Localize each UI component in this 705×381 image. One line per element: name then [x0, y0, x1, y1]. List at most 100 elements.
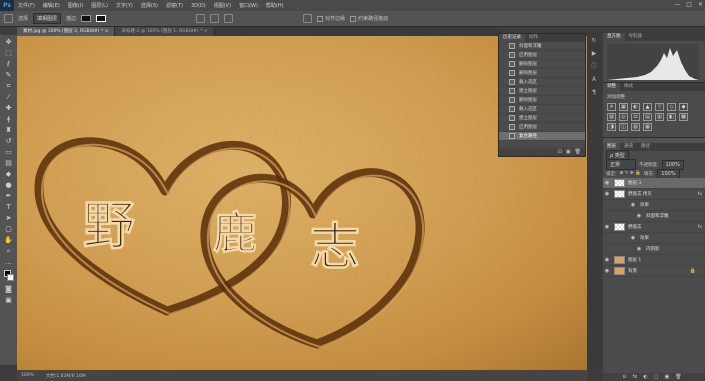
menu-file[interactable]: 文件(F) [14, 2, 39, 9]
crop-tool-icon[interactable]: ⌗ [3, 82, 14, 91]
new-group-icon[interactable]: ▢ [654, 374, 659, 380]
new-layer-icon[interactable]: ▣ [664, 374, 669, 380]
tab-navigator[interactable]: 导航器 [625, 33, 647, 41]
eye-icon[interactable]: ◉ [603, 257, 611, 263]
new-snapshot-icon[interactable]: ▣ [566, 149, 571, 155]
more-tools-icon[interactable]: … [3, 258, 14, 267]
menu-image[interactable]: 图像(I) [64, 2, 87, 9]
history-panel-icon[interactable]: ↻ [590, 37, 598, 45]
adjustment-icon[interactable]: ▥ [655, 113, 664, 121]
history-item[interactable]: 删除图层 [499, 60, 585, 69]
adjustment-icon[interactable]: ▧ [631, 123, 640, 131]
eye-icon[interactable]: ◉ [603, 268, 611, 274]
history-item[interactable]: 载入选区 [499, 105, 585, 114]
layer-row[interactable]: ◉ 图层 3 [603, 178, 705, 189]
adjustment-icon[interactable]: ☀ [607, 103, 616, 111]
adjustment-layer-icon[interactable]: ◐ [643, 374, 647, 380]
align-icon[interactable] [196, 14, 206, 23]
blend-mode-select[interactable]: 正常 [606, 159, 636, 170]
menu-select[interactable]: 选择(S) [137, 2, 162, 9]
adjustment-icon[interactable]: ▩ [679, 113, 688, 121]
adjustment-icon[interactable]: ▦ [643, 123, 652, 131]
history-item[interactable]: 复合路径 [499, 132, 585, 141]
history-item[interactable]: 建立图层 [499, 87, 585, 96]
adjustment-icon[interactable]: ▽ [655, 103, 664, 111]
tab-styles[interactable]: 样式 [620, 83, 637, 91]
close-tab-icon[interactable]: × [204, 29, 208, 34]
tab-histogram[interactable]: 直方图 [603, 33, 625, 41]
tab-actions[interactable]: 动作 [525, 34, 542, 42]
mode-select[interactable]: 填相图层 [33, 13, 62, 24]
fill-swatch[interactable] [81, 15, 92, 22]
close-tab-icon[interactable]: × [105, 29, 109, 34]
eye-icon[interactable]: ◉ [635, 246, 643, 252]
menu-3d[interactable]: 3D(D) [187, 3, 210, 9]
history-item[interactable]: 斜面和浮雕 [499, 42, 585, 51]
path-select-tool-icon[interactable] [4, 14, 13, 23]
layer-effect-row[interactable]: ◉ 效果 [603, 200, 705, 211]
layer-row[interactable]: ◉ 野鹿志 拷贝 fx [603, 189, 705, 200]
adjustment-icon[interactable]: ⚖ [631, 113, 640, 121]
history-item[interactable]: 删除图层 [499, 69, 585, 78]
hand-tool-icon[interactable]: ✋ [3, 236, 14, 245]
eye-icon[interactable]: ◉ [603, 180, 611, 186]
menu-edit[interactable]: 编辑(E) [39, 2, 64, 9]
zoom-tool-icon[interactable]: ⌕ [3, 247, 14, 256]
adjustment-icon[interactable]: ◇ [667, 103, 676, 111]
eraser-tool-icon[interactable]: ▭ [3, 148, 14, 157]
menu-view[interactable]: 视图(V) [210, 2, 235, 9]
layer-row[interactable]: ◉ 图层 1 [603, 255, 705, 266]
color-swatches-icon[interactable] [3, 269, 14, 283]
dodge-tool-icon[interactable]: ● [3, 181, 14, 190]
history-item[interactable]: 启用图层 [499, 123, 585, 132]
marquee-tool-icon[interactable]: ⬚ [3, 49, 14, 58]
history-brush-icon[interactable]: ↺ [3, 137, 14, 146]
layer-effect-row[interactable]: ◉ 内阴影 [603, 244, 705, 255]
link-layers-icon[interactable]: ⊝ [622, 374, 626, 380]
fx-badge[interactable]: fx [698, 225, 702, 230]
info-panel-icon[interactable]: ⓘ [590, 63, 598, 71]
menu-filter[interactable]: 滤镜(T) [162, 2, 187, 9]
pen-tool-icon[interactable]: ✒ [3, 192, 14, 201]
align-edges-checkbox[interactable] [317, 15, 324, 22]
history-item[interactable]: 删除图层 [499, 96, 585, 105]
add-style-icon[interactable]: fx [633, 374, 638, 380]
constrain-checkbox[interactable] [350, 15, 357, 22]
tab-paths[interactable]: 路径 [637, 143, 654, 151]
layer-row[interactable]: ◉ 背景 🔒 [603, 266, 705, 277]
history-item[interactable]: 建立图层 [499, 114, 585, 123]
actions-panel-icon[interactable]: ▶ [590, 50, 598, 58]
trash-icon[interactable]: 🗑 [575, 149, 581, 155]
adjustment-icon[interactable]: ▨ [607, 113, 616, 121]
adjustment-icon[interactable]: ▦ [619, 103, 628, 111]
trash-icon[interactable]: 🗑 [675, 374, 681, 380]
eye-icon[interactable]: ◉ [629, 202, 637, 208]
adjustment-icon[interactable]: ◎ [619, 113, 628, 121]
adjustment-icon[interactable]: ◧ [667, 113, 676, 121]
tab-document-2[interactable]: 未标题-1 @ 100% (图层 1, RGB/8#) * × [115, 27, 215, 36]
tab-history[interactable]: 历史记录 [499, 34, 525, 42]
healing-tool-icon[interactable]: ✚ [3, 104, 14, 113]
lasso-tool-icon[interactable]: ℓ [3, 60, 14, 69]
history-item[interactable]: 启用图层 [499, 51, 585, 60]
stroke-swatch[interactable] [96, 15, 107, 22]
shape-tool-icon[interactable]: ▢ [3, 225, 14, 234]
adjustment-icon[interactable]: ◨ [607, 123, 616, 131]
menu-type[interactable]: 文字(Y) [112, 2, 137, 9]
adjustment-icon[interactable]: ▤ [643, 113, 652, 121]
zoom-level[interactable]: 100% [21, 373, 34, 378]
screen-mode-icon[interactable]: ▣ [3, 296, 14, 305]
arrange-icon[interactable] [210, 14, 220, 23]
eye-icon[interactable]: ◉ [629, 235, 637, 241]
history-item[interactable]: 载入选区 [499, 78, 585, 87]
menu-window[interactable]: 窗口(W) [235, 2, 262, 9]
brush-tool-icon[interactable]: ǂ [3, 115, 14, 124]
constrain-option[interactable]: 约束路径拖动 [350, 15, 388, 22]
gear-icon[interactable] [303, 14, 313, 23]
adjustment-icon[interactable]: ◆ [679, 103, 688, 111]
adjustment-icon[interactable]: ◐ [631, 103, 640, 111]
quick-mask-icon[interactable]: ◙ [3, 285, 14, 294]
path-select-tool-icon[interactable]: ➤ [3, 214, 14, 223]
layer-row[interactable]: ◉ 野鹿志 fx [603, 222, 705, 233]
eye-icon[interactable]: ◉ [603, 224, 611, 230]
